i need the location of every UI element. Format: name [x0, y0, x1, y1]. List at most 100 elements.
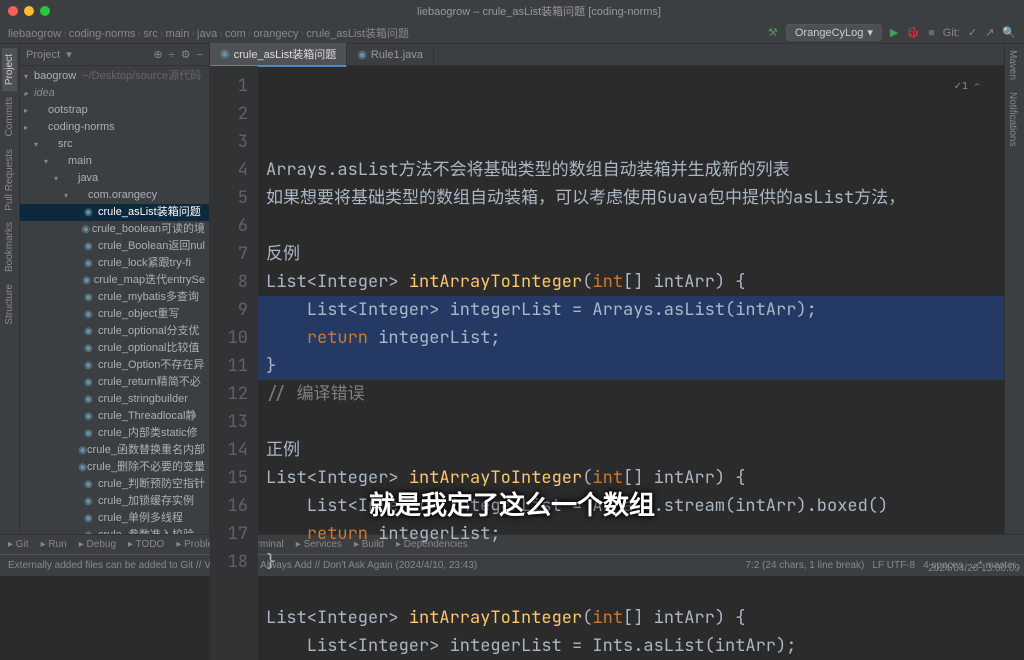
- tree-item-label: crule_参数准入校验: [98, 528, 194, 534]
- tree-item[interactable]: ◉crule_Boolean返回nul: [20, 238, 209, 255]
- hammer-icon[interactable]: ⚒: [768, 26, 778, 39]
- tree-item[interactable]: ▾src: [20, 136, 209, 153]
- select-open-file-icon[interactable]: ⊕: [153, 48, 162, 61]
- tree-item[interactable]: ◉crule_optional分支优: [20, 323, 209, 340]
- code-content[interactable]: ✓1 ⌃ Arrays.asList方法不会将基础类型的数组自动装箱并生成新的列…: [258, 66, 1004, 660]
- vcs-update-icon[interactable]: ✓: [968, 26, 977, 39]
- file-icon: ◉: [84, 205, 98, 220]
- stop-icon[interactable]: ■: [928, 27, 935, 39]
- tree-item[interactable]: ▾com.orangecy: [20, 187, 209, 204]
- run-config-select[interactable]: OrangeCyLog ▾: [786, 24, 882, 41]
- code-line[interactable]: List<Integer> intArrayToInteger(int[] in…: [266, 604, 996, 632]
- bottom-tool-todo[interactable]: ▸ TODO: [128, 539, 164, 550]
- toolwindow-tab-pull-requests[interactable]: Pull Requests: [2, 143, 17, 217]
- file-icon: ◉: [84, 477, 98, 492]
- code-line[interactable]: [266, 576, 996, 604]
- tree-item[interactable]: ▾java: [20, 170, 209, 187]
- code-editor[interactable]: 123456789101112131415161718 ✓1 ⌃ Arrays.…: [210, 66, 1004, 660]
- breadcrumb-segment[interactable]: orangecy: [253, 28, 298, 40]
- editor-tabs: ◉crule_asList装箱问题◉Rule1.java: [210, 44, 1004, 66]
- tree-item[interactable]: ◉crule_boolean可读的境: [20, 221, 209, 238]
- code-line[interactable]: [266, 408, 996, 436]
- file-icon: ◉: [84, 256, 98, 271]
- code-line[interactable]: }: [266, 548, 996, 576]
- bottom-tool-git[interactable]: ▸ Git: [8, 539, 29, 550]
- inspections-badge[interactable]: ✓1 ⌃: [954, 72, 980, 100]
- tree-item[interactable]: ◉crule_Option不存在异: [20, 357, 209, 374]
- code-line[interactable]: }: [258, 352, 1004, 380]
- collapse-icon[interactable]: ÷: [169, 49, 175, 61]
- tree-item[interactable]: ◉crule_参数准入校验: [20, 527, 209, 534]
- tree-item[interactable]: ◉crule_单例多线程: [20, 510, 209, 527]
- code-line[interactable]: List<Integer> integerList = Arrays.asLis…: [258, 296, 1004, 324]
- tree-item[interactable]: ◉crule_判断预防空指针: [20, 476, 209, 493]
- code-line[interactable]: List<Integer> integerList = Ints.asList(…: [266, 632, 996, 660]
- debug-icon[interactable]: 🐞: [906, 26, 920, 39]
- run-icon[interactable]: ▶: [890, 26, 898, 39]
- tree-root[interactable]: ▾ baogrow ~/Desktop/source源代码: [20, 68, 209, 85]
- breadcrumb-segment[interactable]: java: [197, 28, 217, 40]
- tree-item-label: crule_map迭代entrySe: [94, 273, 205, 288]
- tree-idea-folder[interactable]: ▸idea: [20, 85, 209, 102]
- breadcrumb-segment[interactable]: com: [225, 28, 246, 40]
- tree-item[interactable]: ▸ootstrap: [20, 102, 209, 119]
- vcs-commit-icon[interactable]: ↗: [985, 26, 994, 39]
- code-line[interactable]: List<Integer> intArrayToInteger(int[] in…: [266, 464, 996, 492]
- breadcrumb-segment[interactable]: coding-norms: [69, 28, 136, 40]
- tree-item[interactable]: ◉crule_加锁缓存实例: [20, 493, 209, 510]
- tree-item[interactable]: ◉crule_删除不必要的变量: [20, 459, 209, 476]
- file-icon: ◉: [84, 511, 98, 526]
- toolwindow-tab-commits[interactable]: Commits: [2, 91, 17, 142]
- code-line[interactable]: 正例: [266, 436, 996, 464]
- tree-item[interactable]: ◉crule_函数替换重名内部: [20, 442, 209, 459]
- toolwindow-tab-structure[interactable]: Structure: [2, 278, 17, 331]
- chevron-down-icon[interactable]: ▾: [66, 48, 72, 61]
- toolwindow-tab-notifications[interactable]: Notifications: [1005, 86, 1020, 152]
- tree-item[interactable]: ◉crule_asList装箱问题: [20, 204, 209, 221]
- tree-item[interactable]: ▾main: [20, 153, 209, 170]
- code-line[interactable]: return integerList;: [266, 520, 996, 548]
- code-line[interactable]: List<Integer> intArrayToInteger(int[] in…: [266, 268, 996, 296]
- toolwindow-tab-project[interactable]: Project: [2, 48, 17, 91]
- toolwindow-tab-maven[interactable]: Maven: [1005, 44, 1020, 86]
- code-line[interactable]: List<Integer> integerList = Arrays.strea…: [266, 492, 996, 520]
- file-icon: ◉: [84, 307, 98, 322]
- line-gutter: 123456789101112131415161718: [210, 66, 258, 660]
- tree-item[interactable]: ◉crule_object重写: [20, 306, 209, 323]
- code-line[interactable]: return integerList;: [258, 324, 1004, 352]
- code-line[interactable]: Arrays.asList方法不会将基础类型的数组自动装箱并生成新的列表: [266, 156, 996, 184]
- minimize-icon[interactable]: [24, 6, 34, 16]
- file-icon: ◉: [357, 48, 367, 61]
- hide-icon[interactable]: −: [197, 49, 203, 61]
- code-line[interactable]: 如果想要将基础类型的数组自动装箱，可以考虑使用Guava包中提供的asList方…: [266, 184, 996, 212]
- code-line[interactable]: // 编译错误: [266, 380, 996, 408]
- project-tree[interactable]: ▾ baogrow ~/Desktop/source源代码 ▸idea ▸oot…: [20, 66, 209, 534]
- maximize-icon[interactable]: [40, 6, 50, 16]
- editor-tab[interactable]: ◉Rule1.java: [347, 45, 434, 64]
- tree-item[interactable]: ◉crule_stringbuilder: [20, 391, 209, 408]
- file-icon: ◉: [220, 47, 230, 60]
- code-line[interactable]: 反例: [266, 240, 996, 268]
- breadcrumb-segment[interactable]: liebaogrow: [8, 28, 61, 40]
- tree-item-label: java: [78, 171, 98, 186]
- tree-item[interactable]: ◉crule_Threadlocal静: [20, 408, 209, 425]
- toolwindow-tab-bookmarks[interactable]: Bookmarks: [2, 216, 17, 278]
- breadcrumb-segment[interactable]: crule_asList装箱问题: [306, 28, 409, 40]
- tree-item[interactable]: ◉crule_optional比较值: [20, 340, 209, 357]
- bottom-tool-run[interactable]: ▸ Run: [41, 539, 67, 550]
- tree-item[interactable]: ▸coding-norms: [20, 119, 209, 136]
- breadcrumb-segment[interactable]: src: [143, 28, 158, 40]
- file-icon: ◉: [84, 494, 98, 509]
- tree-item[interactable]: ◉crule_return精简不必: [20, 374, 209, 391]
- gear-icon[interactable]: ⚙: [181, 48, 191, 61]
- tree-item[interactable]: ◉crule_内部类static修: [20, 425, 209, 442]
- editor-tab[interactable]: ◉crule_asList装箱问题: [210, 43, 347, 67]
- breadcrumb-segment[interactable]: main: [166, 28, 190, 40]
- close-icon[interactable]: [8, 6, 18, 16]
- bottom-tool-debug[interactable]: ▸ Debug: [79, 539, 116, 550]
- tree-item[interactable]: ◉crule_mybatis多查询: [20, 289, 209, 306]
- search-icon[interactable]: 🔍: [1002, 26, 1016, 39]
- tree-item[interactable]: ◉crule_map迭代entrySe: [20, 272, 209, 289]
- code-line[interactable]: [266, 212, 996, 240]
- tree-item[interactable]: ◉crule_lock紧跟try-fi: [20, 255, 209, 272]
